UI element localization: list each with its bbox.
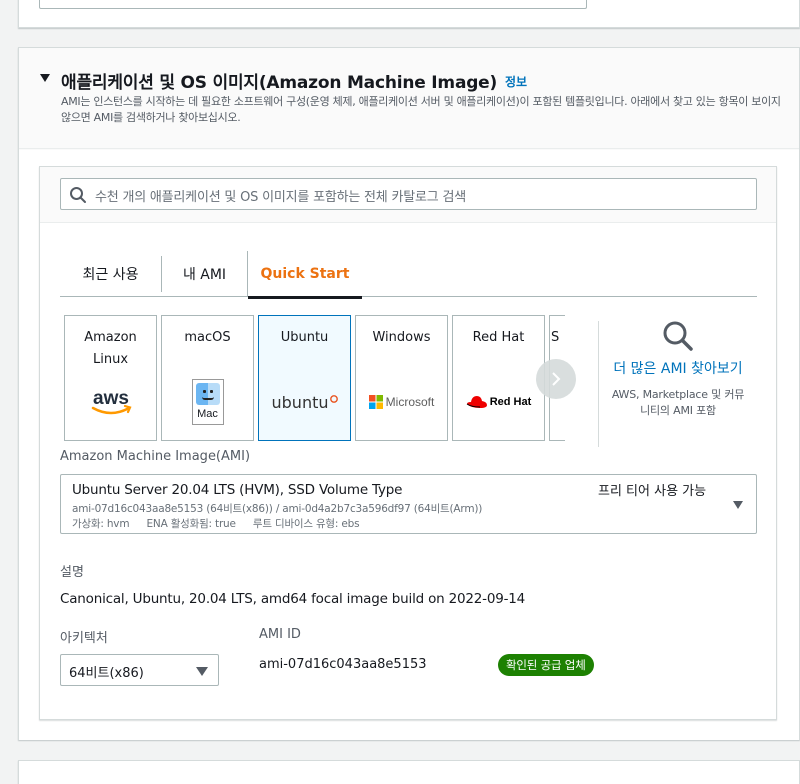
microsoft-logo-icon: Microsoft: [356, 380, 447, 424]
ami-id-value: ami-07d16c043aa8e5153: [259, 657, 427, 672]
section-description: AMI는 인스턴스를 시작하는 데 필요한 소프트웨어 구성(운영 체제, 애플…: [61, 95, 781, 124]
section-title: 애플리케이션 및 OS 이미지(Amazon Machine Image): [61, 73, 498, 93]
tab-recent[interactable]: 최근 사용: [60, 256, 161, 292]
next-section-card: [18, 760, 800, 784]
description-label: 설명: [60, 565, 84, 580]
ami-root-device: 루트 디바이스 유형: ebs: [252, 518, 360, 530]
redhat-logo-icon: Red Hat: [453, 380, 544, 424]
ami-ids: ami-07d16c043aa8e5153 (64비트(x86)) / ami-…: [72, 503, 483, 515]
browse-more-ami[interactable]: 더 많은 AMI 찾아보기 AWS, Marketplace 및 커뮤니티의 A…: [608, 319, 748, 419]
ami-tabs: 최근 사용 내 AMI Quick Start: [60, 251, 757, 299]
caret-down-icon: [733, 501, 743, 509]
free-tier-label: 프리 티어 사용 가능: [598, 484, 707, 499]
ami-dropdown[interactable]: Ubuntu Server 20.04 LTS (HVM), SSD Volum…: [60, 474, 757, 534]
os-tile-ubuntu[interactable]: Ubuntu ubuntu: [258, 315, 351, 441]
collapse-triangle-icon[interactable]: [40, 74, 50, 82]
os-tile-windows[interactable]: Windows Microsoft: [355, 315, 448, 441]
architecture-label: 아키텍처: [60, 631, 108, 646]
ami-name: Ubuntu Server 20.04 LTS (HVM), SSD Volum…: [72, 482, 403, 498]
aws-logo-icon: aws: [65, 380, 156, 424]
ubuntu-logo-icon: ubuntu: [259, 380, 350, 424]
section-header: 애플리케이션 및 OS 이미지(Amazon Machine Image) 정보…: [19, 48, 799, 149]
divider: [598, 321, 599, 447]
info-link[interactable]: 정보: [505, 73, 527, 90]
tile-label: macOS: [184, 330, 231, 345]
ami-meta: 가상화: hvm ENA 활성화됨: true 루트 디바이스 유형: ebs: [72, 516, 373, 531]
tile-label: S: [551, 330, 560, 345]
architecture-select[interactable]: 64비트(x86): [60, 654, 219, 686]
tile-label: Amazon Linux: [84, 330, 137, 367]
tab-quick-start[interactable]: Quick Start: [247, 251, 362, 299]
tile-label: Windows: [372, 330, 431, 345]
os-tile-redhat[interactable]: Red Hat Red Hat: [452, 315, 545, 441]
ami-section-card: 애플리케이션 및 OS 이미지(Amazon Machine Image) 정보…: [18, 47, 800, 740]
os-tile-amazon-linux[interactable]: Amazon Linux aws: [64, 315, 157, 441]
description-value: Canonical, Ubuntu, 20.04 LTS, amd64 foca…: [60, 591, 526, 607]
mac-finder-logo-icon: Mac: [162, 379, 253, 425]
svg-text:aws: aws: [93, 388, 129, 409]
catalog-search-input[interactable]: 수천 개의 애플리케이션 및 OS 이미지를 포함하는 전체 카탈로그 검색: [60, 178, 757, 210]
section-body: 수천 개의 애플리케이션 및 OS 이미지를 포함하는 전체 카탈로그 검색 최…: [19, 150, 799, 740]
browse-more-ami-link[interactable]: 더 많은 AMI 찾아보기: [608, 359, 748, 380]
search-icon: [663, 321, 693, 351]
ami-selector-panel: 수천 개의 애플리케이션 및 OS 이미지를 포함하는 전체 카탈로그 검색 최…: [39, 166, 777, 720]
ami-ena: ENA 활성화됨: true: [146, 518, 236, 530]
verified-provider-badge: 확인된 공급 업체: [498, 654, 594, 676]
search-zone: 수천 개의 애플리케이션 및 OS 이미지를 포함하는 전체 카탈로그 검색: [40, 167, 776, 223]
chevron-right-icon: [552, 372, 561, 386]
ami-field-label: Amazon Machine Image(AMI): [60, 449, 251, 464]
ami-virtualization: 가상화: hvm: [72, 518, 130, 530]
search-placeholder: 수천 개의 애플리케이션 및 OS 이미지를 포함하는 전체 카탈로그 검색: [95, 190, 466, 205]
browse-more-ami-subtext: AWS, Marketplace 및 커뮤니티의 AMI 포함: [611, 388, 745, 417]
carousel-next-button[interactable]: [536, 359, 576, 399]
search-icon: [70, 187, 86, 203]
ami-id-label: AMI ID: [259, 627, 301, 642]
architecture-value: 64비트(x86): [69, 666, 144, 681]
tile-label: Red Hat: [472, 330, 525, 345]
caret-down-icon: [196, 667, 208, 676]
os-tile-macos[interactable]: macOS Mac: [161, 315, 254, 441]
tab-my-ami[interactable]: 내 AMI: [161, 256, 247, 292]
previous-section-card: [18, 0, 800, 28]
tile-label: Ubuntu: [280, 330, 329, 345]
name-input[interactable]: [39, 0, 587, 9]
